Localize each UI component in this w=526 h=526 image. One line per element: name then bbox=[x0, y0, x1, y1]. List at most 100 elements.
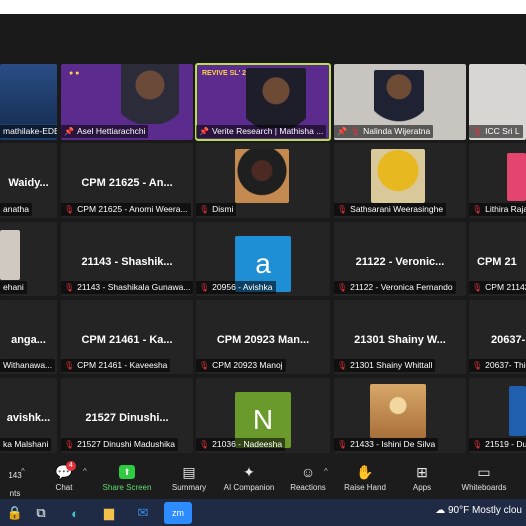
summary-button[interactable]: ▤ Summary bbox=[166, 453, 212, 499]
video-tile[interactable]: mathilake-EDB bbox=[0, 64, 57, 140]
video-tile[interactable]: anga... Withanawa... bbox=[0, 300, 57, 374]
summary-icon: ▤ bbox=[182, 464, 196, 480]
participant-title: CPM 21 bbox=[477, 256, 517, 268]
chevron-up-icon[interactable]: ^ bbox=[21, 467, 25, 476]
video-tile[interactable]: ehani bbox=[0, 222, 57, 296]
pin-icon: 📌 bbox=[199, 127, 209, 136]
mic-muted-icon: 🎙 bbox=[337, 440, 348, 449]
video-tile-active-speaker[interactable]: REVIVE SL' 24 📌 Verite Research | Mathish… bbox=[195, 63, 331, 141]
ai-companion-button[interactable]: ✦ AI Companion bbox=[218, 453, 280, 499]
video-tile[interactable]: 🎙 Sathsarani Weerasinghe bbox=[334, 143, 466, 218]
video-tile[interactable]: CPM 21625 - An... 🎙 CPM 21625 - Anomi Wee… bbox=[61, 143, 193, 218]
mic-muted-icon: 🎙 bbox=[199, 205, 210, 214]
participant-name: 🎙 20637- Thi bbox=[469, 359, 526, 372]
zoom-app-icon[interactable]: zm bbox=[164, 502, 192, 524]
video-tile[interactable]: 🎙 21519 - Du bbox=[469, 378, 526, 453]
meeting-toolbar: 143 nts ^ 💬 Chat 4 ^ ⬆ Share Screen ▤ Su… bbox=[0, 453, 526, 499]
participant-name: 🎙 21433 - Ishini De Silva bbox=[334, 438, 439, 451]
video-tile[interactable]: 21527 Dinushi... 🎙 21527 Dinushi Madushik… bbox=[61, 378, 193, 453]
participants-label: nts bbox=[9, 489, 21, 498]
participant-name: Withanawa... bbox=[0, 359, 56, 372]
ai-companion-label: AI Companion bbox=[223, 483, 275, 492]
participants-button[interactable]: 143 nts bbox=[0, 453, 30, 499]
weather-widget[interactable]: ☁ 90°F Mostly clou bbox=[435, 505, 522, 516]
participant-name: 📌 🎙 Nalinda Wijeratna bbox=[334, 125, 434, 138]
participant-title: 21143 - Shashik... bbox=[81, 256, 173, 268]
mic-muted-icon: 🎙 bbox=[472, 283, 483, 292]
slide-image bbox=[0, 64, 57, 124]
participant-video bbox=[246, 68, 306, 128]
file-explorer-icon[interactable]: ▆ bbox=[98, 502, 120, 524]
mic-muted-icon: 🎙 bbox=[337, 283, 348, 292]
mic-muted-icon: 🎙 bbox=[199, 440, 210, 449]
participant-photo bbox=[0, 230, 20, 280]
participant-name: 🎙 Dismi bbox=[196, 203, 237, 216]
video-tile[interactable]: 📌 🎙 Nalinda Wijeratna bbox=[334, 64, 466, 140]
participant-name: ka Malshani bbox=[0, 438, 52, 451]
mail-icon[interactable]: ✉ bbox=[132, 502, 154, 524]
video-grid: mathilake-EDB ● ● 📌 Asel Hettiarachchi RE… bbox=[0, 60, 526, 453]
video-tile[interactable]: N 🎙 21036 - Nadeesha bbox=[196, 378, 330, 453]
participant-name: 🎙 21036 - Nadeesha bbox=[196, 438, 286, 451]
video-tile[interactable]: CPM 21 🎙 CPM 21142 bbox=[469, 222, 526, 296]
video-tile[interactable]: 🎙 21433 - Ishini De Silva bbox=[334, 378, 466, 453]
mic-muted-icon: 🎙 bbox=[64, 440, 75, 449]
video-tile[interactable]: avishk... ka Malshani bbox=[0, 378, 57, 453]
whiteboards-button[interactable]: ▭ Whiteboards bbox=[456, 453, 512, 499]
participant-name: 🎙 21122 - Veronica Fernando bbox=[334, 281, 456, 294]
video-tile[interactable]: Waidy... anatha bbox=[0, 143, 57, 218]
sparkle-icon: ✦ bbox=[243, 464, 255, 480]
lock-icon[interactable]: 🔒 bbox=[4, 502, 26, 524]
participant-name: 🎙 CPM 20923 Manoj bbox=[196, 359, 286, 372]
video-tile[interactable]: a 🎙 20956 - Avishka bbox=[196, 222, 330, 296]
participant-name: 🎙 21143 - Shashikala Gunawa... bbox=[61, 281, 193, 294]
apps-button[interactable]: ⊞ Apps bbox=[404, 453, 440, 499]
reactions-label: Reactions bbox=[290, 483, 326, 492]
mic-muted-icon: 🎙 bbox=[199, 283, 210, 292]
share-screen-label: Share Screen bbox=[102, 483, 152, 492]
video-tile[interactable]: 🎙 Dismi bbox=[196, 143, 330, 218]
chat-button[interactable]: 💬 Chat bbox=[48, 453, 80, 499]
task-view-icon[interactable]: ⧉ bbox=[30, 502, 52, 524]
cloud-icon: ☁ bbox=[435, 505, 448, 516]
video-tile[interactable]: 🎙 Lithira Raja bbox=[469, 143, 526, 218]
video-tile[interactable]: 21143 - Shashik... 🎙 21143 - Shashikala G… bbox=[61, 222, 193, 296]
participant-photo bbox=[235, 149, 289, 203]
participant-name: 📌 Asel Hettiarachchi bbox=[61, 125, 149, 138]
edge-browser-icon[interactable]: ◐ bbox=[64, 502, 86, 524]
chevron-up-icon[interactable]: ^ bbox=[324, 467, 328, 476]
participant-name: 🎙 CPM 21142 bbox=[469, 281, 526, 294]
raise-hand-label: Raise Hand bbox=[344, 483, 386, 492]
mic-muted-icon: 🎙 bbox=[349, 127, 361, 136]
participant-name: ehani bbox=[0, 281, 27, 294]
slide-logo: ● ● bbox=[69, 70, 80, 77]
share-screen-button[interactable]: ⬆ Share Screen bbox=[100, 453, 154, 499]
raise-hand-button[interactable]: ✋ Raise Hand bbox=[340, 453, 390, 499]
participants-count: 143 bbox=[8, 471, 22, 480]
participant-title: 21527 Dinushi... bbox=[85, 412, 169, 424]
video-tile[interactable]: CPM 21461 - Ka... 🎙 CPM 21461 - Kaveesha bbox=[61, 300, 193, 374]
participant-name: 🎙 21519 - Du bbox=[469, 438, 526, 451]
video-tile[interactable]: 20637- 🎙 20637- Thi bbox=[469, 300, 526, 374]
top-gap bbox=[0, 14, 526, 60]
reactions-button[interactable]: ☺ Reactions bbox=[286, 453, 330, 499]
chevron-up-icon[interactable]: ^ bbox=[83, 467, 87, 476]
mic-muted-icon: 🎙 bbox=[64, 361, 75, 370]
weather-text: 90°F Mostly clou bbox=[447, 505, 522, 516]
participant-name: 🎙 20956 - Avishka bbox=[196, 281, 276, 294]
video-tile[interactable]: ● ● 📌 Asel Hettiarachchi bbox=[61, 64, 193, 140]
participant-name: 🎙 CPM 21625 - Anomi Weera... bbox=[61, 203, 191, 216]
participant-title: CPM 21625 - An... bbox=[81, 177, 173, 189]
slide-title: REVIVE SL' 24 bbox=[202, 70, 250, 77]
participant-name: 🎙 ICC Sri L bbox=[469, 125, 523, 138]
participant-title: 20637- bbox=[491, 334, 526, 346]
mic-muted-icon: 🎙 bbox=[472, 205, 483, 214]
video-tile[interactable]: 21301 Shainy W... 🎙 21301 Shainy Whittall bbox=[334, 300, 466, 374]
hand-icon: ✋ bbox=[356, 464, 374, 480]
participant-photo bbox=[509, 386, 526, 436]
participant-video bbox=[121, 64, 179, 124]
mic-muted-icon: 🎙 bbox=[337, 361, 348, 370]
video-tile[interactable]: 21122 - Veronic... 🎙 21122 - Veronica Fer… bbox=[334, 222, 466, 296]
video-tile[interactable]: 🎙 ICC Sri L bbox=[469, 64, 526, 140]
video-tile[interactable]: CPM 20923 Man... 🎙 CPM 20923 Manoj bbox=[196, 300, 330, 374]
